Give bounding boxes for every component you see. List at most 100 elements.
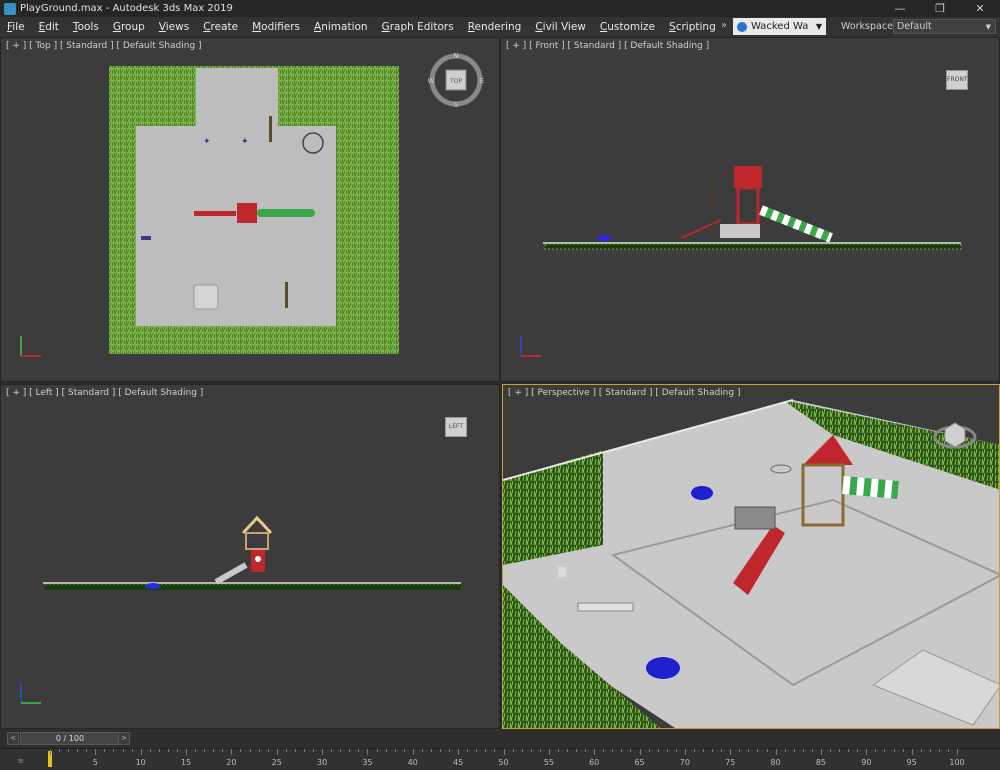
track-tick-mark bbox=[403, 749, 405, 752]
ground-plane bbox=[136, 126, 336, 326]
menu-edit[interactable]: Edit bbox=[32, 21, 66, 33]
track-tick-mark bbox=[68, 749, 70, 752]
track-tick-mark bbox=[621, 749, 623, 752]
time-slider-bar: < 0 / 100 > bbox=[0, 729, 1000, 748]
track-tick-mark bbox=[784, 749, 786, 752]
track-tick-mark bbox=[294, 749, 296, 752]
menu-views[interactable]: Views bbox=[152, 21, 196, 33]
tower-roof bbox=[734, 166, 762, 188]
track-tick-mark bbox=[612, 749, 614, 752]
viewport-label[interactable]: [ + ] [ Left ] [ Standard ] [ Default Sh… bbox=[6, 388, 203, 398]
minimize-button[interactable]: — bbox=[880, 0, 920, 17]
svg-text:✦: ✦ bbox=[241, 137, 249, 147]
track-tick-mark bbox=[793, 749, 795, 752]
track-tick-mark bbox=[213, 749, 215, 752]
axis-gizmo-icon bbox=[520, 336, 541, 357]
track-tick-mark bbox=[566, 749, 568, 752]
track-bar[interactable]: ≡ 5 10 15 20 25 30 35 40 45 50 55 60 65 70 75 80 85 90 95 1… bbox=[0, 748, 1000, 770]
track-tick-mark bbox=[249, 749, 251, 752]
track-tick-mark bbox=[839, 749, 841, 752]
track-tick-mark bbox=[149, 749, 151, 752]
svg-text:N: N bbox=[453, 52, 458, 60]
user-account-dropdown[interactable]: Wacked Wa ▼ bbox=[733, 18, 826, 35]
track-tick-mark bbox=[539, 749, 541, 752]
track-tick-mark bbox=[947, 749, 949, 752]
track-tick-mark bbox=[775, 749, 777, 755]
track-tick-mark bbox=[376, 749, 378, 752]
track-tick-mark bbox=[240, 749, 242, 752]
track-tick-mark bbox=[603, 749, 605, 752]
track-tick-mark bbox=[721, 749, 723, 752]
user-name: Wacked Wa bbox=[751, 21, 809, 32]
track-tick-mark bbox=[467, 749, 469, 752]
menu-civil-view[interactable]: Civil View bbox=[528, 21, 593, 33]
spring-car bbox=[691, 486, 713, 500]
track-tick-mark bbox=[657, 749, 659, 752]
maximize-button[interactable]: ❐ bbox=[920, 0, 960, 17]
time-slider[interactable]: 0 / 100 bbox=[20, 732, 120, 745]
track-tick-mark bbox=[385, 749, 387, 752]
track-tick-mark bbox=[757, 749, 759, 752]
track-tick-mark bbox=[585, 749, 587, 752]
track-tick-mark bbox=[158, 749, 160, 752]
menu-rendering[interactable]: Rendering bbox=[461, 21, 529, 33]
spring-car bbox=[646, 657, 680, 679]
menu-overflow-icon[interactable]: » bbox=[721, 20, 727, 31]
viewport-left[interactable]: [ + ] [ Left ] [ Standard ] [ Default Sh… bbox=[0, 384, 500, 729]
viewcube[interactable]: LEFT bbox=[445, 417, 467, 437]
track-tick-mark bbox=[820, 749, 822, 755]
viewport-label[interactable]: [ + ] [ Top ] [ Standard ] [ Default Sha… bbox=[6, 41, 202, 51]
track-tick-mark bbox=[186, 749, 188, 755]
track-tick-mark bbox=[113, 749, 115, 752]
viewport-front[interactable]: [ + ] [ Front ] [ Standard ] [ Default S… bbox=[500, 37, 1000, 382]
see-saw bbox=[285, 282, 288, 308]
menu-create[interactable]: Create bbox=[196, 21, 245, 33]
menu-tools[interactable]: Tools bbox=[66, 21, 106, 33]
menu-graph-editors[interactable]: Graph Editors bbox=[375, 21, 461, 33]
menu-customize[interactable]: Customize bbox=[593, 21, 662, 33]
close-button[interactable]: ✕ bbox=[960, 0, 1000, 17]
track-tick-label: 30 bbox=[317, 758, 328, 767]
menu-group[interactable]: Group bbox=[106, 21, 152, 33]
mini-curve-editor-icon[interactable]: ≡ bbox=[18, 757, 24, 765]
track-tick-mark bbox=[367, 749, 369, 755]
track-tick-label: 35 bbox=[362, 758, 373, 767]
track-tick-mark bbox=[530, 749, 532, 752]
track-tick-mark bbox=[331, 749, 333, 752]
track-tick-mark bbox=[267, 749, 269, 752]
track-tick-label: 70 bbox=[679, 758, 690, 767]
track-tick-mark bbox=[730, 749, 732, 755]
track-tick-mark bbox=[449, 749, 451, 752]
track-tick-mark bbox=[59, 749, 61, 752]
prev-frame-button[interactable]: < bbox=[7, 732, 19, 745]
chevron-down-icon: ▼ bbox=[815, 22, 822, 31]
axis-gizmo-icon bbox=[20, 336, 41, 357]
viewport-label[interactable]: [ + ] [ Perspective ] [ Standard ] [ Def… bbox=[508, 388, 740, 398]
menu-file[interactable]: File bbox=[0, 21, 32, 33]
track-tick-mark bbox=[394, 749, 396, 752]
track-tick-mark bbox=[703, 749, 705, 752]
menu-scripting[interactable]: Scripting bbox=[662, 21, 723, 33]
viewport-label[interactable]: [ + ] [ Front ] [ Standard ] [ Default S… bbox=[506, 41, 709, 51]
viewcube-face: TOP bbox=[449, 78, 462, 85]
track-tick-mark bbox=[303, 749, 305, 752]
track-tick-mark bbox=[848, 749, 850, 752]
track-tick-mark bbox=[104, 749, 106, 752]
track-tick-mark bbox=[748, 749, 750, 752]
viewport-perspective[interactable]: [ + ] [ Perspective ] [ Standard ] [ Def… bbox=[502, 384, 1000, 729]
viewcube[interactable]: FRONT bbox=[946, 70, 968, 90]
viewport-top[interactable]: [ + ] [ Top ] [ Standard ] [ Default Sha… bbox=[0, 37, 500, 382]
viewcube-compass[interactable]: TOP N S E W bbox=[428, 52, 484, 108]
track-tick-mark bbox=[639, 749, 641, 755]
top-scene: ✦ ✦ bbox=[109, 66, 399, 354]
track-tick-mark bbox=[95, 749, 97, 755]
track-tick-label: 5 bbox=[92, 758, 98, 767]
viewcube[interactable] bbox=[931, 409, 981, 459]
next-frame-button[interactable]: > bbox=[118, 732, 130, 745]
menu-animation[interactable]: Animation bbox=[307, 21, 375, 33]
track-tick-mark bbox=[911, 749, 913, 755]
track-tick-mark bbox=[313, 749, 315, 752]
menu-modifiers[interactable]: Modifiers bbox=[245, 21, 307, 33]
track-tick-label: 40 bbox=[407, 758, 418, 767]
workspace-select[interactable]: Default ▼ bbox=[893, 19, 996, 34]
